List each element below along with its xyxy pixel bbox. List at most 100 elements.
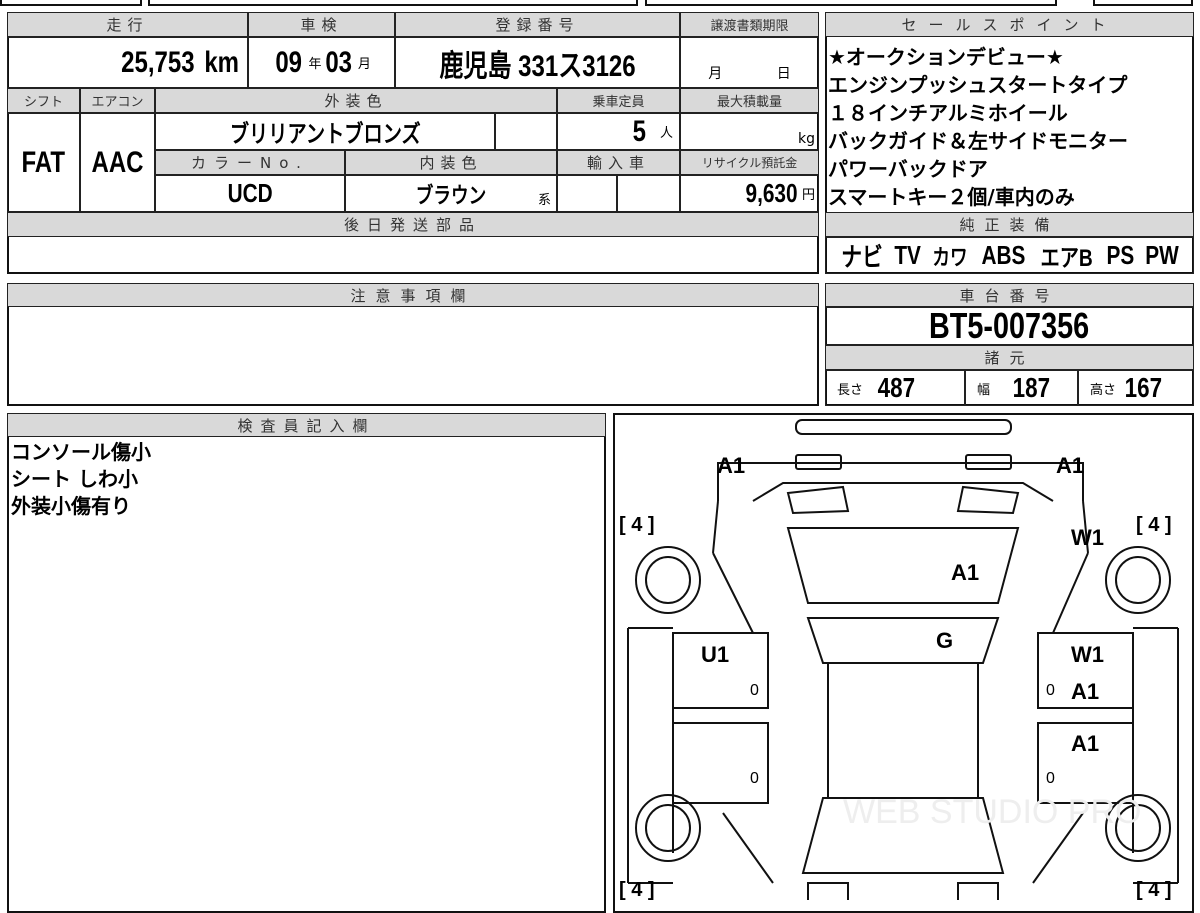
transfer-month: 月 [708, 66, 723, 82]
inspector-note: シート しわ小 [11, 467, 138, 491]
max-load-header: 最大積載量 [680, 88, 819, 113]
exterior-color-extra [495, 113, 557, 150]
registration-header: 登録番号 [395, 12, 680, 37]
specs-header: 諸元 [825, 345, 1194, 370]
recycle-unit: 円 [801, 188, 815, 203]
capacity-value: 5人 [557, 113, 680, 150]
tyre-label: [ 4 ] [1136, 879, 1172, 900]
width-label: 幅 [977, 382, 991, 398]
exterior-color-text: ブリリアントブロンズ [229, 121, 421, 148]
max-load-unit: kg [798, 131, 815, 147]
zero-mark: 0 [750, 682, 759, 699]
zero-mark: 0 [1046, 682, 1055, 699]
inspector-note: コンソール傷小 [11, 440, 151, 464]
car-diagram: A1 A1 W1 A1 G U1 W1 A1 A1 [ 4 ] [ 4 ] [ … [619, 419, 1179, 900]
height-label: 高さ [1090, 382, 1117, 398]
top-strip-cell [645, 0, 1057, 6]
mileage-value: 25,753 km [7, 37, 248, 88]
mileage-unit: km [203, 45, 239, 79]
spec-width: 幅 187 [965, 370, 1078, 406]
color-no-value: UCD [155, 175, 345, 212]
width-value: 187 [1012, 372, 1051, 403]
interior-color-text: ブラウン [415, 182, 487, 208]
height-value: 167 [1124, 372, 1163, 403]
sales-point: パワーバックドア [828, 157, 988, 181]
equipment-item: PW [1145, 240, 1179, 270]
recycle-value: 9,630 円 [680, 175, 819, 212]
equipment-list: ナビ TV カワ ABS エアB PS PW [825, 237, 1194, 274]
import-header: 輸入車 [557, 150, 680, 175]
sales-point: スマートキー２個/車内のみ [828, 185, 1075, 209]
length-label: 長さ [837, 382, 864, 398]
tyre-label: [ 4 ] [619, 879, 655, 900]
damage-label: U1 [701, 642, 729, 667]
month-unit: 月 [357, 57, 371, 72]
equipment-item: ABS [981, 240, 1026, 270]
inspection-value: 09 年 03 月 [248, 37, 395, 88]
sales-points-list: ★オークションデビュー★ エンジンプッシュスタートタイプ １８インチアルミホイー… [825, 45, 1194, 210]
damage-label: G [936, 628, 953, 653]
front-bumper-shape [795, 419, 1012, 435]
damage-label: W1 [1071, 525, 1104, 550]
exterior-color-header: 外装色 [155, 88, 557, 113]
inspection-month: 03 [324, 45, 352, 79]
aircon-text: AAC [91, 145, 144, 179]
inspection-year: 09 [275, 45, 303, 79]
aircon-header: エアコン [80, 88, 155, 113]
capacity-number: 5 [632, 114, 647, 148]
later-parts-header: 後日発送部品 [7, 212, 819, 237]
tyre-label: [ 4 ] [1136, 514, 1172, 536]
exterior-color-value: ブリリアントブロンズ [155, 113, 495, 150]
shift-value: FAT [7, 113, 80, 212]
spec-height: 高さ 167 [1078, 370, 1194, 406]
damage-label: A1 [717, 453, 745, 478]
aircon-value: AAC [80, 113, 155, 212]
capacity-unit: 人 [659, 126, 673, 141]
watermark: WEB STUDIO PRO [843, 793, 1141, 831]
transfer-deadline-header: 譲渡書類期限 [680, 12, 819, 37]
sales-points-header: セールスポイント [825, 12, 1194, 37]
registration-number: 鹿児島 331ス3126 [439, 49, 636, 83]
windshield-shape [786, 527, 1020, 604]
top-strip-cell [1093, 0, 1193, 6]
damage-label: A1 [1071, 679, 1099, 704]
import-cell-1 [557, 175, 617, 212]
equipment-item: エアB [1040, 245, 1093, 272]
inspection-header: 車検 [248, 12, 395, 37]
interior-color-header: 内装色 [345, 150, 557, 175]
sales-point: エンジンプッシュスタートタイプ [828, 73, 1128, 97]
color-no-text: UCD [227, 178, 273, 208]
tyre-label: [ 4 ] [619, 514, 655, 536]
year-unit: 年 [308, 57, 322, 72]
damage-label: A1 [1071, 731, 1099, 756]
interior-suffix: 系 [537, 193, 551, 208]
color-no-header: カラーNo. [155, 150, 345, 175]
shift-header: シフト [7, 88, 80, 113]
zero-mark: 0 [750, 770, 759, 787]
capacity-header: 乗車定員 [557, 88, 680, 113]
equipment-item: TV [894, 240, 922, 270]
registration-value: 鹿児島 331ス3126 [395, 37, 680, 88]
transfer-deadline-value: 月日 [680, 37, 819, 88]
equipment-item: カワ [932, 244, 968, 270]
equipment-header: 純正装備 [825, 212, 1194, 237]
damage-label: A1 [951, 560, 979, 585]
recycle-amount: 9,630 [745, 178, 798, 208]
sales-point: ★オークションデビュー★ [828, 45, 1064, 69]
shift-text: FAT [21, 145, 66, 179]
mileage-header: 走行 [7, 12, 248, 37]
spec-length: 長さ 487 [825, 370, 965, 406]
chassis-number: BT5-007356 [929, 307, 1090, 345]
chassis-value: BT5-007356 [825, 307, 1194, 345]
recycle-header: リサイクル預託金 [680, 150, 819, 175]
damage-label: A1 [1056, 453, 1084, 478]
sales-point: バックガイド＆左サイドモニター [828, 129, 1128, 153]
damage-label: W1 [1071, 642, 1104, 667]
roof-glass-shape [806, 617, 1000, 664]
inspector-note: 外装小傷有り [11, 494, 131, 518]
interior-color-value: ブラウン 系 [345, 175, 557, 212]
notes-header: 注意事項欄 [7, 283, 819, 307]
equipment-item: PS [1106, 240, 1135, 270]
length-value: 487 [877, 372, 916, 403]
transfer-day: 日 [776, 66, 791, 82]
